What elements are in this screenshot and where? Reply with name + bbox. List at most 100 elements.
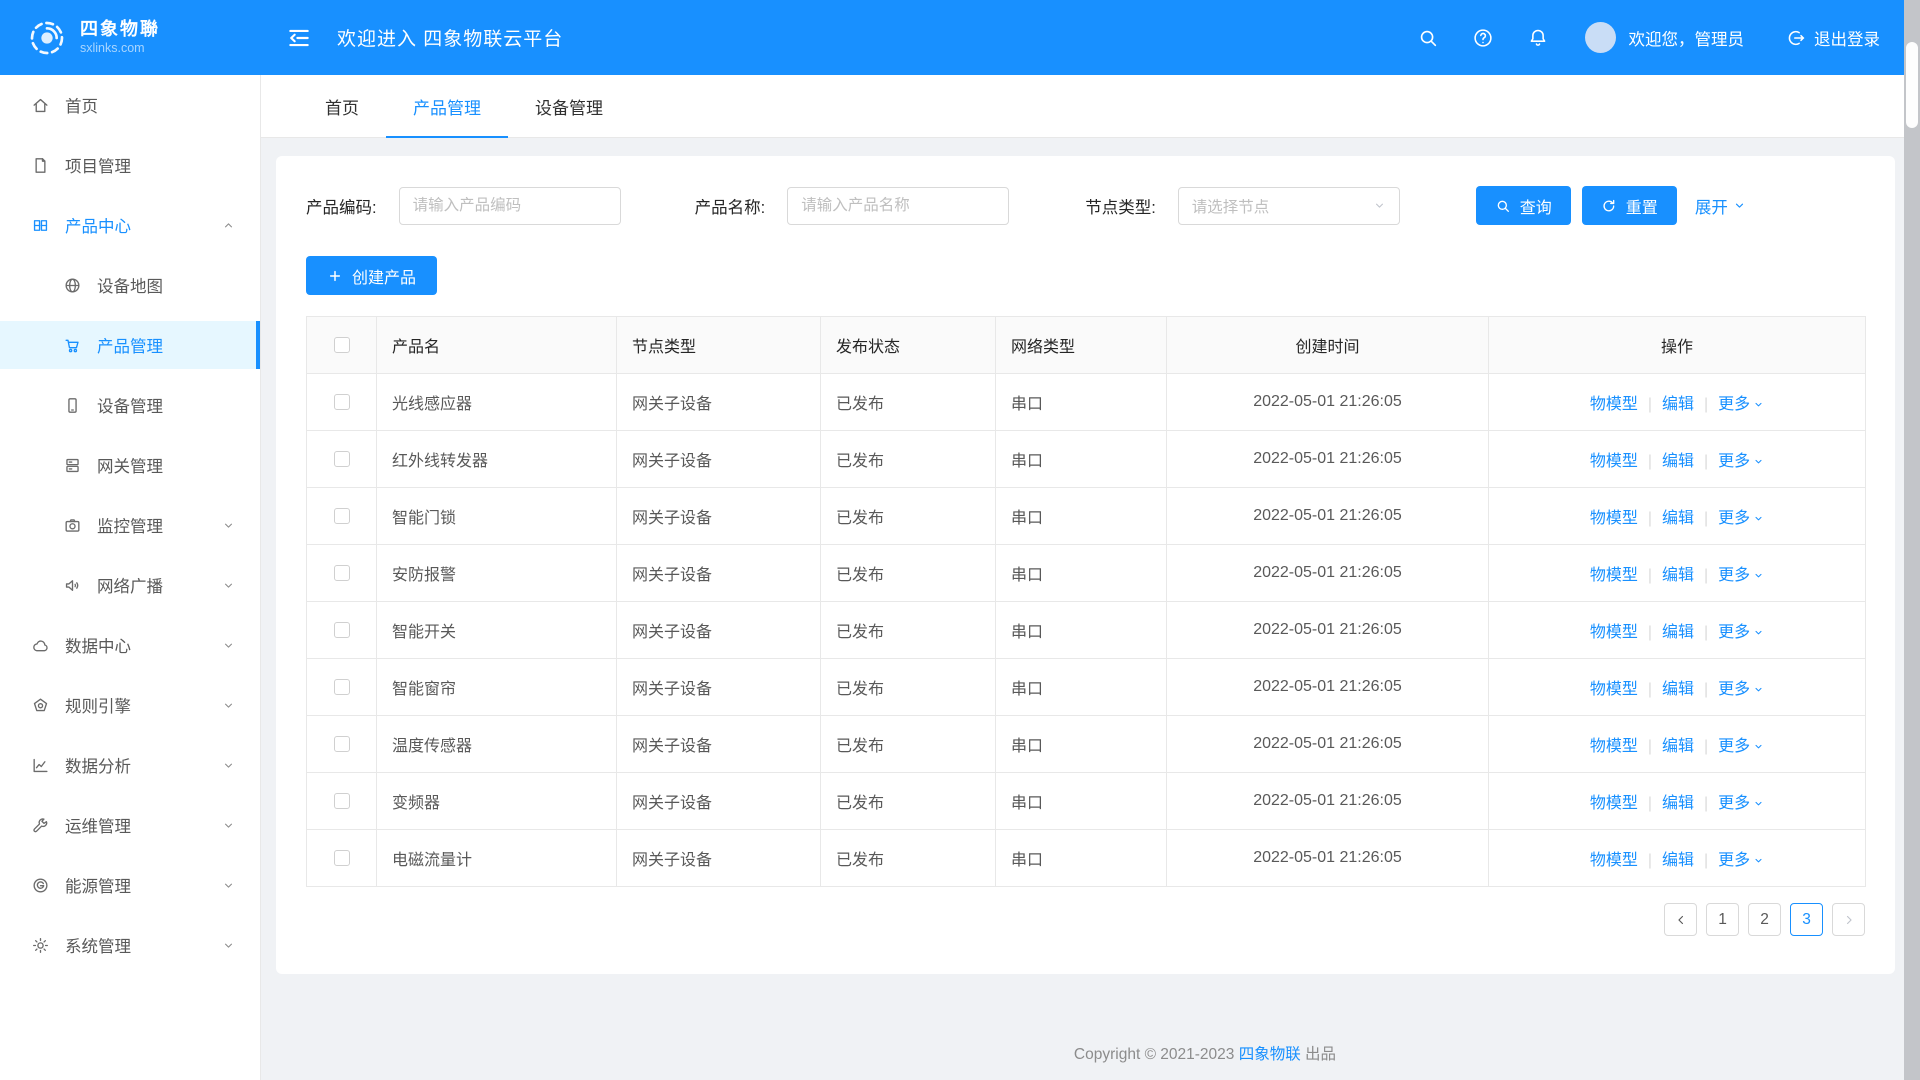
more-link[interactable]: 更多	[1718, 624, 1764, 641]
footer-brand-link[interactable]: 四象物联	[1239, 1046, 1301, 1063]
page-scrollbar[interactable]	[1904, 0, 1920, 1080]
table-row: 光线感应器 网关子设备 已发布 串口 2022-05-01 21:26:05 物模型 | 编辑…	[306, 373, 1866, 431]
notification-bell-icon[interactable]	[1527, 27, 1549, 49]
product-name-input[interactable]	[787, 186, 1010, 225]
sidebar-item-label: 设备地图	[97, 278, 163, 296]
more-link[interactable]: 更多	[1718, 681, 1764, 698]
sidebar-item-product-management[interactable]: 产品管理	[0, 321, 260, 369]
sidebar-item-network-broadcast[interactable]: 网络广播	[0, 561, 260, 609]
edit-link[interactable]: 编辑	[1662, 738, 1694, 755]
node-type-cell: 网关子设备	[616, 715, 821, 773]
sidebar-item-monitor-management[interactable]: 监控管理	[0, 501, 260, 549]
created-time-cell: 2022-05-01 21:26:05	[1166, 772, 1489, 830]
row-checkbox[interactable]	[333, 451, 350, 467]
row-checkbox[interactable]	[333, 565, 350, 581]
edit-link[interactable]: 编辑	[1662, 624, 1694, 641]
row-checkbox[interactable]	[333, 394, 350, 410]
sidebar-item-device-management[interactable]: 设备管理	[0, 381, 260, 429]
edit-link[interactable]: 编辑	[1662, 396, 1694, 413]
chevron-down-icon	[1753, 513, 1764, 524]
expand-filters-link[interactable]: 展开	[1695, 194, 1746, 218]
plus-icon	[327, 268, 343, 284]
pagination-prev[interactable]	[1664, 903, 1697, 936]
thing-model-link[interactable]: 物模型	[1590, 453, 1638, 470]
row-checkbox[interactable]	[333, 622, 350, 638]
select-all-checkbox[interactable]	[333, 337, 350, 353]
row-checkbox[interactable]	[333, 793, 350, 809]
more-link[interactable]: 更多	[1718, 795, 1764, 812]
chevron-down-icon	[222, 579, 235, 592]
pagination-page-1[interactable]: 1	[1706, 903, 1739, 936]
created-time-cell: 2022-05-01 21:26:05	[1166, 487, 1489, 545]
logout-button[interactable]: 退出登录	[1786, 26, 1880, 50]
thing-model-link[interactable]: 物模型	[1590, 567, 1638, 584]
created-time-cell: 2022-05-01 21:26:05	[1166, 658, 1489, 716]
sidebar-item-project-management[interactable]: 项目管理	[0, 141, 260, 189]
more-link[interactable]: 更多	[1718, 567, 1764, 584]
sidebar-item-ops-management[interactable]: 运维管理	[0, 801, 260, 849]
more-link[interactable]: 更多	[1718, 510, 1764, 527]
edit-link[interactable]: 编辑	[1662, 453, 1694, 470]
edit-link[interactable]: 编辑	[1662, 567, 1694, 584]
thing-model-link[interactable]: 物模型	[1590, 681, 1638, 698]
pagination-page-2[interactable]: 2	[1748, 903, 1781, 936]
thing-model-link[interactable]: 物模型	[1590, 795, 1638, 812]
page-title: 欢迎进入 四象物联云平台	[337, 29, 564, 50]
user-avatar[interactable]	[1584, 22, 1616, 53]
thing-model-link[interactable]: 物模型	[1590, 852, 1638, 869]
edit-link[interactable]: 编辑	[1662, 510, 1694, 527]
sidebar-item-product-center[interactable]: 产品中心	[0, 201, 260, 249]
search-button[interactable]: 查询	[1475, 186, 1571, 225]
thing-model-link[interactable]: 物模型	[1590, 624, 1638, 641]
edit-link[interactable]: 编辑	[1662, 795, 1694, 812]
more-link[interactable]: 更多	[1718, 738, 1764, 755]
tab-device-management[interactable]: 设备管理	[508, 75, 630, 137]
product-code-input[interactable]	[398, 186, 621, 225]
column-header-publish-status: 发布状态	[820, 316, 996, 374]
sidebar-item-device-map[interactable]: 设备地图	[0, 261, 260, 309]
sidebar-item-gateway-management[interactable]: 网关管理	[0, 441, 260, 489]
sidebar-item-label: 首页	[65, 98, 98, 116]
pagination-next[interactable]	[1832, 903, 1865, 936]
network-type-cell: 串口	[995, 430, 1167, 488]
search-icon[interactable]	[1417, 27, 1439, 49]
thing-model-link[interactable]: 物模型	[1590, 396, 1638, 413]
publish-status-cell: 已发布	[820, 772, 996, 830]
reset-button[interactable]: 重置	[1581, 186, 1677, 225]
sidebar-item-home[interactable]: 首页	[0, 81, 260, 129]
product-name-cell: 电磁流量计	[376, 829, 617, 887]
logo[interactable]: 四象物聯 sxlinks.com	[0, 18, 261, 58]
create-product-button[interactable]: 创建产品	[306, 256, 438, 295]
more-link[interactable]: 更多	[1718, 453, 1764, 470]
thing-model-link[interactable]: 物模型	[1590, 510, 1638, 527]
filter-bar: 产品编码: 产品名称: 节点类型: 请选择节点 查询	[306, 186, 1865, 225]
sidebar-menu: 首页项目管理产品中心设备地图产品管理设备管理网关管理监控管理网络广播数据中心规则…	[0, 75, 261, 1080]
actions-cell: 物模型 | 编辑 | 更多	[1488, 715, 1866, 773]
pagination-page-3[interactable]: 3	[1790, 903, 1823, 936]
tab-home[interactable]: 首页	[298, 75, 386, 137]
sidebar-item-rule-engine[interactable]: 规则引擎	[0, 681, 260, 729]
row-checkbox[interactable]	[333, 508, 350, 524]
node-type-placeholder: 请选择节点	[1191, 198, 1270, 216]
tab-product-management[interactable]: 产品管理	[386, 75, 508, 138]
more-link[interactable]: 更多	[1718, 396, 1764, 413]
sidebar-item-system-management[interactable]: 系统管理	[0, 921, 260, 969]
sidebar-item-data-center[interactable]: 数据中心	[0, 621, 260, 669]
row-checkbox[interactable]	[333, 736, 350, 752]
product-name-cell: 智能窗帘	[376, 658, 617, 716]
row-checkbox[interactable]	[333, 679, 350, 695]
sidebar-item-label: 规则引擎	[65, 698, 131, 716]
help-icon[interactable]	[1472, 27, 1494, 49]
thing-model-link[interactable]: 物模型	[1590, 738, 1638, 755]
edit-link[interactable]: 编辑	[1662, 852, 1694, 869]
more-link[interactable]: 更多	[1718, 852, 1764, 869]
sidebar-item-data-analysis[interactable]: 数据分析	[0, 741, 260, 789]
sidebar-item-energy-management[interactable]: 能源管理	[0, 861, 260, 909]
edit-link[interactable]: 编辑	[1662, 681, 1694, 698]
node-type-select[interactable]: 请选择节点	[1177, 186, 1400, 225]
pagination: 123	[306, 903, 1865, 936]
scrollbar-thumb[interactable]	[1906, 42, 1918, 128]
row-checkbox[interactable]	[333, 850, 350, 866]
sidebar-collapse-icon[interactable]	[286, 25, 312, 51]
created-time-cell: 2022-05-01 21:26:05	[1166, 544, 1489, 602]
